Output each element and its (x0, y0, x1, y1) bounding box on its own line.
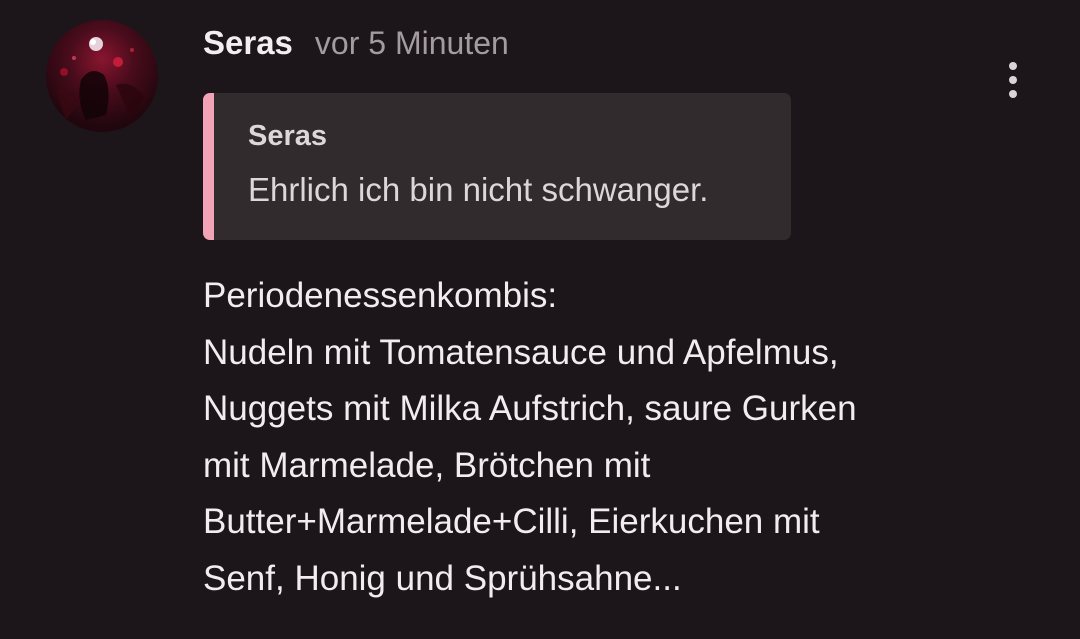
comment-body-line: Periodenessenkombis: (203, 276, 558, 315)
author-name[interactable]: Seras (203, 24, 293, 62)
timestamp: vor 5 Minuten (314, 25, 509, 61)
comment-body-line: mit Marmelade, Brötchen mit (203, 445, 651, 485)
comment-body: Periodenessenkombis: Nudeln mit Tomatens… (203, 268, 1003, 607)
more-vertical-icon-dot (1009, 90, 1017, 98)
avatar-image (56, 37, 144, 120)
quote-accent-bar (203, 93, 214, 240)
more-vertical-icon-dot (1009, 76, 1017, 84)
comment-body-line: Butter+Marmelade+Cilli, Eierkuchen mit (203, 502, 820, 541)
comment-header: Seras vor 5 Minuten (203, 24, 509, 68)
more-options-button[interactable] (992, 58, 1034, 102)
comment-body-line: Senf, Honig und Sprühsahne... (203, 558, 682, 598)
quote-text: Ehrlich ich bin nicht schwanger. (248, 171, 709, 208)
quoted-reply[interactable]: Seras Ehrlich ich bin nicht schwanger. (203, 93, 791, 240)
comment-body-line: Nudeln mit Tomatensauce und Apfelmus, (203, 332, 839, 372)
comment-body-line: Nuggets mit Milka Aufstrich, saure Gurke… (203, 389, 857, 428)
avatar[interactable] (46, 20, 158, 132)
more-vertical-icon (1009, 62, 1017, 70)
quote-author: Seras (248, 120, 328, 152)
comment: Seras vor 5 Minuten Seras Ehrlich ich bi… (0, 0, 1080, 639)
